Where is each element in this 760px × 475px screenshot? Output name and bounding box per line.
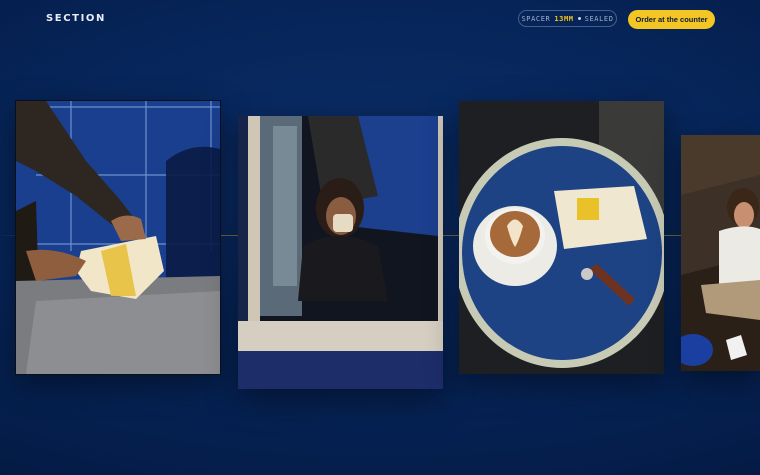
spec-status: SEALED [584, 14, 614, 23]
photo-woman-eating-at-window[interactable] [238, 116, 443, 389]
spec-value: 13MM [554, 14, 574, 23]
order-button[interactable]: Order at the counter [628, 10, 715, 29]
logo[interactable]: SECTION [46, 13, 106, 24]
top-bar: SECTION SPACER 13MM SEALED Order at the … [0, 0, 760, 38]
photo-smiling-woman-eating[interactable] [681, 135, 760, 371]
photo-coffee-and-sandwich-table[interactable] [459, 101, 664, 374]
spec-pill: SPACER 13MM SEALED [518, 10, 617, 27]
separator-dot-icon [577, 17, 581, 20]
photo-hands-wrapping-sandwich[interactable] [15, 100, 221, 375]
spec-label: SPACER [521, 14, 551, 23]
